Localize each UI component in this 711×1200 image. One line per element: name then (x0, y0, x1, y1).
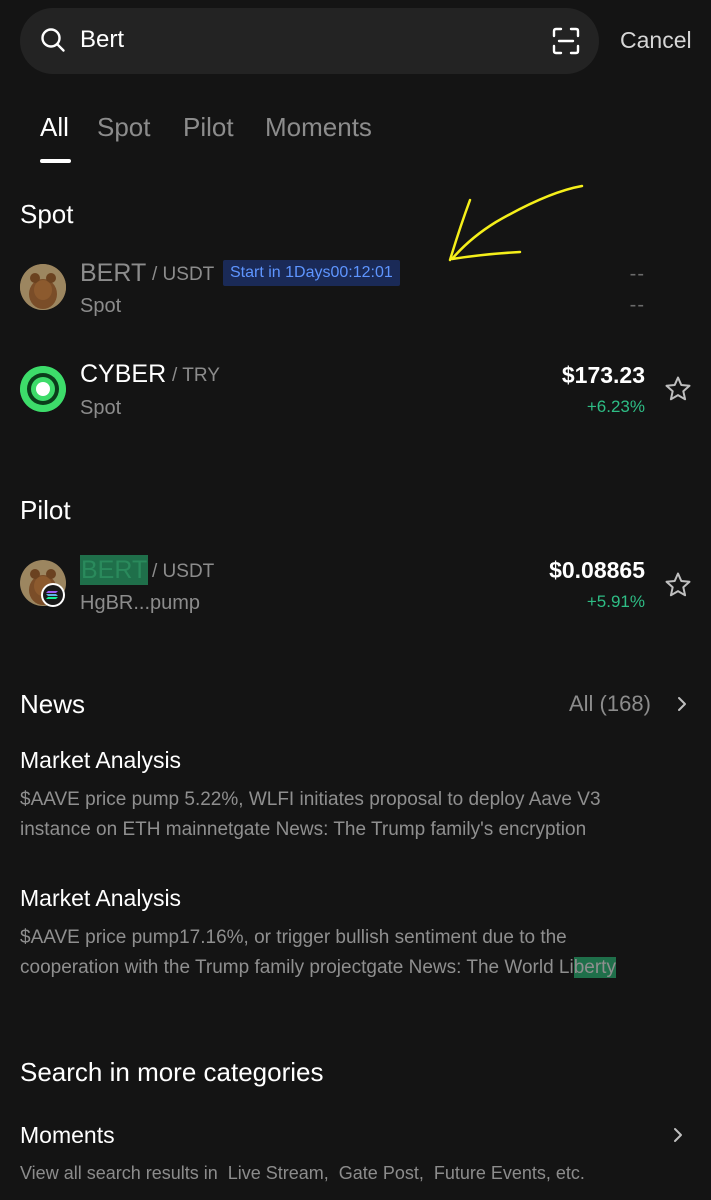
bert-pilot-change: +5.91% (586, 592, 645, 611)
tab-pilot[interactable]: Pilot (183, 110, 234, 144)
chevron-right-icon[interactable] (670, 1127, 686, 1143)
launch-countdown-badge: Start in 1Days00:12:01 (223, 260, 400, 286)
cyber-market: Spot (80, 397, 122, 419)
bert-spot-change: -- (629, 294, 645, 316)
annotation-arrow (448, 184, 584, 262)
news-item-line: cooperation with the Trump family projec… (20, 953, 680, 983)
active-tab-indicator (40, 159, 71, 163)
star-icon[interactable] (664, 571, 692, 599)
bert-spot-market: Spot (80, 295, 122, 317)
tab-spot[interactable]: Spot (97, 110, 151, 144)
star-icon[interactable] (664, 375, 692, 403)
search-icon (41, 28, 65, 52)
solana-icon (41, 583, 65, 607)
news-all-link[interactable]: All (168) (569, 689, 651, 719)
cyber-avatar (20, 366, 66, 412)
bert-spot-base: BERT (80, 259, 147, 287)
news-item-line: $AAVE price pump17.16%, or trigger bulli… (20, 927, 567, 948)
bert-avatar (20, 264, 66, 310)
moments-category-desc: View all search results in Live Stream, … (20, 1163, 585, 1183)
bert-pilot-base: BERT (80, 555, 149, 585)
cyber-price: $173.23 (561, 362, 645, 388)
cyber-quote: / TRY (172, 365, 220, 386)
cyber-change: +6.23% (586, 397, 645, 416)
news-item-title: Market Analysis (20, 747, 182, 773)
scan-icon[interactable] (552, 27, 580, 55)
chevron-right-icon[interactable] (674, 696, 690, 712)
cancel-button[interactable]: Cancel (620, 24, 692, 56)
news-item-line: $AAVE price pump 5.22%, WLFI initiates p… (20, 789, 601, 810)
cyber-base: CYBER (80, 360, 167, 388)
news-section-title: News (20, 689, 86, 719)
tab-moments[interactable]: Moments (265, 110, 372, 144)
news-item-line: instance on ETH mainnetgate News: The Tr… (20, 819, 587, 840)
moments-category-title: Moments (20, 1122, 115, 1148)
spot-section-title: Spot (20, 199, 74, 229)
bert-pilot-quote: / USDT (152, 561, 215, 582)
search-input[interactable]: Bert (80, 24, 124, 56)
bert-spot-quote: / USDT (152, 264, 215, 285)
tab-all[interactable]: All (40, 110, 69, 144)
news-text: cooperation with the Trump family projec… (20, 957, 574, 978)
pilot-section-title: Pilot (20, 495, 71, 525)
search-highlight: berty (573, 957, 616, 978)
bert-pilot-price: $0.08865 (549, 557, 645, 583)
news-item-title: Market Analysis (20, 885, 182, 911)
bert-pilot-contract: HgBR...pump (80, 592, 201, 614)
more-categories-title: Search in more categories (20, 1057, 324, 1087)
